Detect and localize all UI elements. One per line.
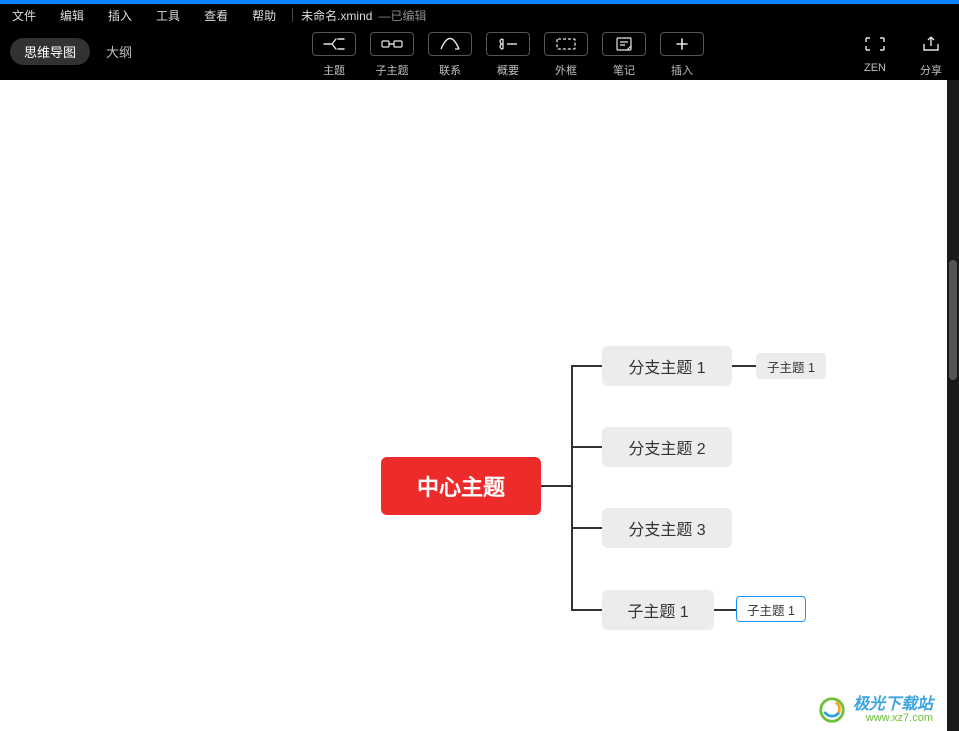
tool-label: 联系 (439, 62, 461, 78)
zen-icon (853, 32, 897, 56)
connector (571, 365, 573, 610)
toolbar: 思维导图 大纲 主题 子主题 联系 (0, 26, 959, 80)
tool-label: 概要 (497, 62, 519, 78)
summary-icon (486, 32, 530, 56)
connector (541, 485, 571, 487)
menu-view[interactable]: 查看 (192, 4, 240, 26)
tool-label: 插入 (671, 62, 693, 78)
mindmap-canvas[interactable]: 中心主题 分支主题 1 分支主题 2 分支主题 3 子主题 1 子主题 1 子主… (0, 80, 947, 731)
topic-icon (312, 32, 356, 56)
watermark-url: www.xz7.com (866, 713, 933, 724)
note-icon (602, 32, 646, 56)
branch-topic-2[interactable]: 分支主题 2 (602, 427, 732, 467)
connector (571, 365, 602, 367)
tool-label: 分享 (920, 62, 942, 78)
share-icon (909, 32, 953, 56)
menu-divider (292, 8, 293, 22)
tool-relation[interactable]: 联系 (421, 26, 479, 78)
insert-icon (660, 32, 704, 56)
menu-bar: 文件 编辑 插入 工具 查看 帮助 未命名.xmind —已编辑 (0, 4, 959, 26)
tool-label: 外框 (555, 62, 577, 78)
document-filename: 未命名.xmind (297, 7, 372, 24)
tool-label: 笔记 (613, 62, 635, 78)
connector (571, 446, 602, 448)
tool-note[interactable]: 笔记 (595, 26, 653, 78)
boundary-icon (544, 32, 588, 56)
branch-topic-1[interactable]: 分支主题 1 (602, 346, 732, 386)
relation-icon (428, 32, 472, 56)
tool-label: ZEN (864, 62, 886, 74)
document-state: —已编辑 (372, 7, 426, 24)
tool-topic[interactable]: 主题 (305, 26, 363, 78)
watermark: 极光下载站 www.xz7.com (817, 695, 933, 725)
menu-insert[interactable]: 插入 (96, 4, 144, 26)
watermark-icon (817, 695, 847, 725)
menu-file[interactable]: 文件 (0, 4, 48, 26)
sub-topic-4a-selected[interactable]: 子主题 1 (736, 596, 806, 622)
tool-zen[interactable]: ZEN (847, 26, 903, 74)
watermark-title: 极光下载站 (853, 697, 933, 713)
tool-label: 主题 (323, 62, 345, 78)
menu-tools[interactable]: 工具 (144, 4, 192, 26)
view-mindmap[interactable]: 思维导图 (10, 38, 90, 65)
vertical-scrollbar[interactable] (947, 80, 959, 731)
toolbar-tools: 主题 子主题 联系 概要 (305, 26, 711, 78)
connector (571, 609, 602, 611)
branch-topic-4[interactable]: 子主题 1 (602, 590, 714, 630)
tool-label: 子主题 (376, 62, 409, 78)
menu-edit[interactable]: 编辑 (48, 4, 96, 26)
scrollbar-thumb[interactable] (949, 260, 957, 380)
view-outline[interactable]: 大纲 (98, 38, 140, 65)
sub-topic-1a[interactable]: 子主题 1 (756, 353, 826, 379)
tool-subtopic[interactable]: 子主题 (363, 26, 421, 78)
connector (732, 365, 756, 367)
tool-summary[interactable]: 概要 (479, 26, 537, 78)
branch-topic-3[interactable]: 分支主题 3 (602, 508, 732, 548)
tool-insert[interactable]: 插入 (653, 26, 711, 78)
subtopic-icon (370, 32, 414, 56)
center-topic[interactable]: 中心主题 (381, 457, 541, 515)
menu-help[interactable]: 帮助 (240, 4, 288, 26)
connector (571, 527, 602, 529)
view-switch: 思维导图 大纲 (0, 26, 150, 65)
connector (714, 609, 736, 611)
tool-share[interactable]: 分享 (903, 26, 959, 78)
tool-boundary[interactable]: 外框 (537, 26, 595, 78)
toolbar-right: ZEN 分享 (847, 26, 959, 78)
